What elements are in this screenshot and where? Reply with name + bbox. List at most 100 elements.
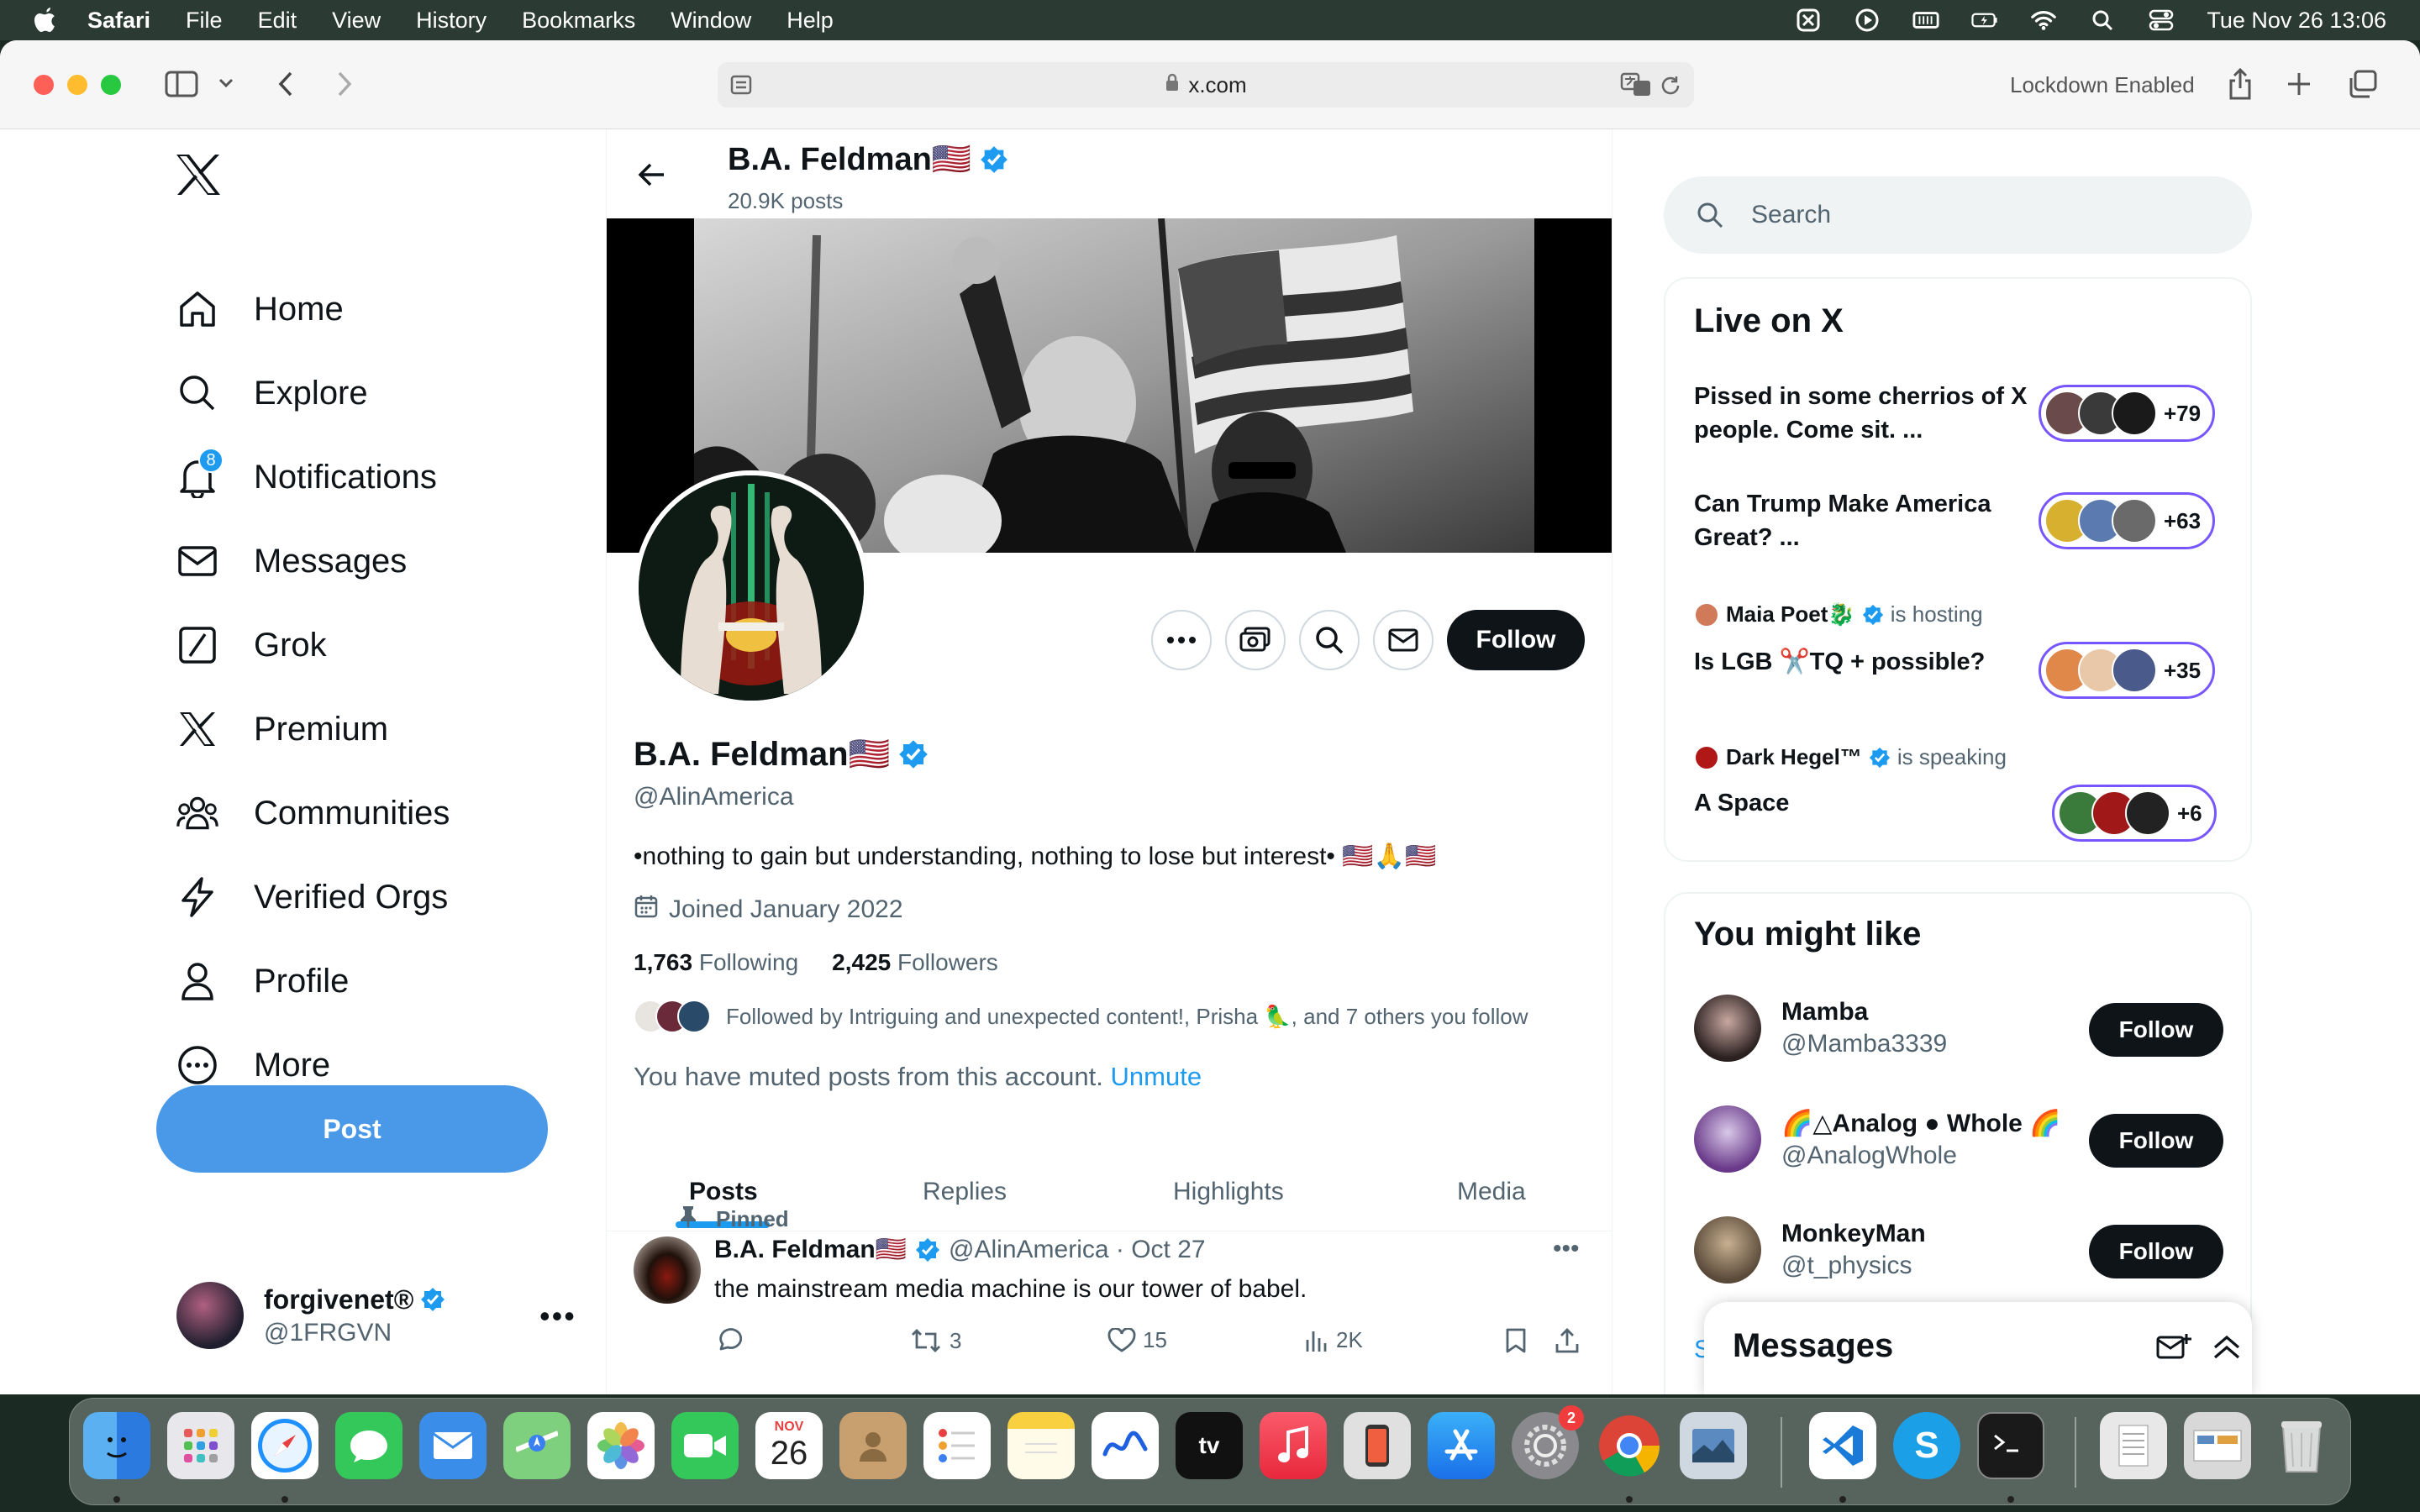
finder-icon[interactable] [83,1412,150,1479]
close-window-button[interactable] [34,75,54,95]
following-link[interactable]: 1,763 Following [634,949,798,976]
wifi-icon[interactable] [2030,8,2057,32]
nav-verified-orgs[interactable]: Verified Orgs [176,872,448,922]
follow-button[interactable]: Follow [1447,610,1585,670]
nav-messages[interactable]: Messages [176,536,407,586]
tweet-more-icon[interactable]: ••• [1553,1235,1580,1263]
apple-tv-icon[interactable]: tv [1176,1412,1243,1479]
spotlight-search-icon[interactable] [2089,8,2116,32]
profile-search-button[interactable] [1299,610,1360,670]
menu-help[interactable]: Help [786,8,834,34]
launchpad-icon[interactable] [167,1412,234,1479]
new-tab-icon[interactable] [2284,69,2314,99]
calendar-icon[interactable]: NOV 26 [755,1412,823,1479]
trash-icon[interactable] [2268,1412,2335,1479]
tweet-handle-date[interactable]: @AlinAmerica · Oct 27 [949,1236,1206,1264]
nav-grok[interactable]: Grok [176,620,327,670]
space-title[interactable]: A Space [1694,786,2030,820]
followers-link[interactable]: 2,425 Followers [832,949,998,976]
preview-icon[interactable] [1680,1412,1747,1479]
system-settings-icon[interactable]: 2 [1512,1405,1584,1479]
tab-highlights[interactable]: Highlights [1173,1178,1284,1206]
retweet-button[interactable]: 3 [909,1327,961,1354]
space-title[interactable]: Is LGB ✂️TQ + possible? [1694,645,2030,679]
notes-icon[interactable] [1007,1412,1075,1479]
minimize-window-button[interactable] [67,75,87,95]
messages-drawer[interactable]: Messages [1704,1302,2252,1394]
nav-more[interactable]: More [176,1040,330,1090]
profile-avatar[interactable] [634,470,869,706]
space-title[interactable]: Can Trump Make America Great? ... [1694,487,2030,554]
forward-nav-icon[interactable] [329,69,360,99]
safari-icon[interactable] [251,1412,318,1479]
tab-overview-icon[interactable] [2346,69,2380,99]
account-switcher[interactable]: forgivenet® @1FRGVN [176,1282,445,1349]
reminders-icon[interactable] [923,1412,991,1479]
tab-replies[interactable]: Replies [923,1178,1007,1206]
unmute-link[interactable]: Unmute [1111,1062,1202,1091]
page-menu-icon[interactable] [729,74,753,102]
new-message-icon[interactable] [2156,1332,2191,1367]
space-title[interactable]: Pissed in some cherrios of X people. Com… [1694,380,2030,447]
menu-app-name[interactable]: Safari [87,8,150,34]
search-input[interactable]: Search [1664,176,2252,254]
follow-button[interactable]: Follow [2089,1114,2223,1168]
more-options-button[interactable] [1151,610,1212,670]
messages-app-icon[interactable] [335,1412,402,1479]
follow-button[interactable]: Follow [2089,1225,2223,1278]
views-button[interactable]: 2K [1304,1327,1363,1353]
back-arrow-icon[interactable] [635,158,669,192]
space-listeners-pill[interactable]: +6 [2052,785,2217,842]
account-more-icon[interactable]: ••• [539,1299,576,1334]
like-button[interactable]: 15 [1107,1327,1167,1353]
tab-media[interactable]: Media [1457,1178,1526,1206]
terminal-icon[interactable] [1977,1412,2044,1479]
chrome-icon[interactable] [1596,1412,1663,1479]
mail-icon[interactable] [419,1412,487,1479]
nav-notifications[interactable]: 8 Notifications [176,448,437,502]
nav-premium[interactable]: Premium [176,704,388,754]
battery-icon[interactable] [1971,8,1998,32]
menu-view[interactable]: View [332,8,381,34]
suggested-user[interactable]: 🌈△Analog ● Whole 🌈 @AnalogWhole [1694,1105,2061,1173]
back-nav-icon[interactable] [271,69,301,99]
space-listeners-pill[interactable]: +79 [2039,385,2216,442]
photos-icon[interactable] [587,1412,655,1479]
share-icon[interactable] [2225,66,2255,102]
subscribe-button[interactable] [1225,610,1286,670]
menu-window[interactable]: Window [671,8,751,34]
menu-bookmarks[interactable]: Bookmarks [522,8,635,34]
nav-profile[interactable]: Profile [176,956,349,1006]
document-stack-icon[interactable] [2100,1412,2167,1479]
address-bar[interactable]: x.com [718,62,1694,108]
vscode-icon[interactable] [1809,1412,1876,1479]
space-listeners-pill[interactable]: +35 [2039,642,2216,699]
memory-status-icon[interactable] [1912,8,1939,32]
share-tweet-button[interactable] [1555,1327,1580,1354]
control-center-icon[interactable] [2148,8,2175,32]
url-text[interactable]: x.com [1188,72,1246,98]
message-user-button[interactable] [1373,610,1434,670]
tab-posts[interactable]: Posts [689,1178,758,1206]
music-icon[interactable] [1260,1412,1327,1479]
freeform-icon[interactable] [1092,1412,1159,1479]
avatar[interactable] [634,1236,701,1304]
reload-icon[interactable] [1659,74,1682,103]
facetime-icon[interactable] [671,1412,739,1479]
menubar-clock[interactable]: Tue Nov 26 13:06 [2207,8,2386,34]
iphone-mirroring-icon[interactable] [1344,1412,1411,1479]
extension-status-icon[interactable] [1795,8,1822,32]
reply-button[interactable] [716,1327,744,1354]
nav-communities[interactable]: Communities [176,788,450,838]
space-listeners-pill[interactable]: +63 [2039,492,2216,549]
suggested-user[interactable]: Mamba @Mamba3339 [1694,995,1947,1062]
translate-icon[interactable] [1620,72,1652,103]
nav-home[interactable]: Home [176,284,344,334]
menu-file[interactable]: File [186,8,223,34]
followed-by-row[interactable]: Followed by Intriguing and unexpected co… [634,1000,1528,1033]
tweet-author-name[interactable]: B.A. Feldman🇺🇸 [714,1235,907,1264]
x-logo-icon[interactable] [175,153,222,197]
bookmark-button[interactable] [1504,1327,1528,1354]
suggested-user[interactable]: MonkeyMan @t_physics [1694,1216,1926,1284]
menu-edit[interactable]: Edit [258,8,297,34]
